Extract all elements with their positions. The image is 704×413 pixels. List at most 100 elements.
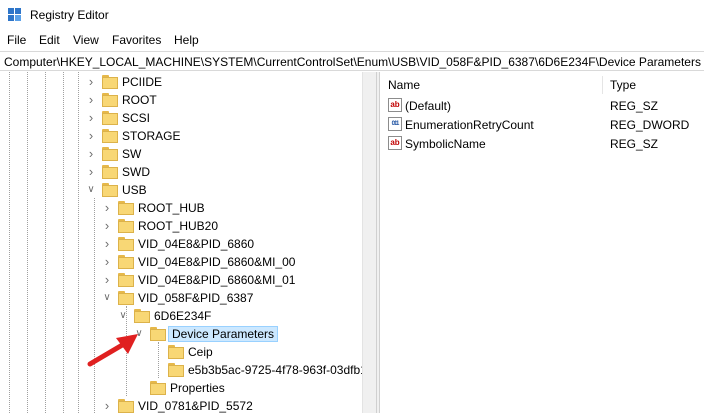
folder-icon — [118, 255, 134, 269]
tree-item[interactable]: › SCSI — [0, 109, 362, 127]
tree-item-label[interactable]: ROOT — [120, 93, 159, 107]
tree-item[interactable]: › SWD — [0, 163, 362, 181]
tree-item-label[interactable]: Device Parameters — [168, 326, 279, 342]
tree-item-label[interactable]: 6D6E234F — [152, 309, 213, 323]
chevron-right-icon[interactable]: › — [86, 93, 96, 106]
chevron-right-icon[interactable]: › — [102, 255, 112, 268]
value-type: REG_DWORD — [610, 118, 690, 132]
tree-item[interactable]: › SW — [0, 145, 362, 163]
tree-item-label[interactable]: VID_04E8&PID_6860&MI_00 — [136, 255, 297, 269]
value-name[interactable]: (Default) — [405, 99, 451, 113]
chevron-right-icon[interactable]: › — [102, 273, 112, 286]
folder-icon — [134, 309, 150, 323]
chevron-down-icon[interactable]: ∨ — [86, 184, 96, 196]
tree-item-label[interactable]: STORAGE — [120, 129, 182, 143]
value-type: REG_SZ — [610, 137, 659, 151]
tree-item-label[interactable]: Properties — [168, 381, 227, 395]
red-arrow-annotation — [87, 334, 138, 367]
value-name[interactable]: EnumerationRetryCount — [405, 118, 534, 132]
folder-icon — [168, 345, 184, 359]
binary-value-icon: 011 — [388, 117, 402, 131]
folder-icon — [102, 93, 118, 107]
tree-item[interactable]: › VID_04E8&PID_6860&MI_00 — [0, 253, 362, 271]
key-tree-pane[interactable]: › PCIIDE › ROOT › SCSI › STORAGE › SW › SWD ∨ USB › ROO… — [0, 72, 376, 413]
menu-help[interactable]: Help — [174, 33, 199, 47]
folder-icon — [102, 75, 118, 89]
chevron-right-icon[interactable]: › — [86, 165, 96, 178]
folder-icon — [118, 219, 134, 233]
menu-view[interactable]: View — [73, 33, 99, 47]
column-header-type[interactable]: Type — [610, 78, 636, 92]
menu-favorites[interactable]: Favorites — [112, 33, 161, 47]
menu-file[interactable]: File — [7, 33, 26, 47]
chevron-right-icon[interactable]: › — [102, 219, 112, 232]
values-pane[interactable]: Name Type ab (Default) REG_SZ 011 Enumeratio… — [380, 72, 704, 413]
tree-item-label[interactable]: e5b3b5ac-9725-4f78-963f-03dfb1 — [186, 363, 369, 377]
chevron-right-icon[interactable]: › — [86, 111, 96, 124]
title-bar: Registry Editor — [0, 0, 704, 30]
folder-icon — [102, 147, 118, 161]
folder-icon — [118, 273, 134, 287]
string-value-icon: ab — [388, 136, 402, 150]
value-name[interactable]: SymbolicName — [405, 137, 486, 151]
string-value-icon: ab — [388, 98, 402, 112]
tree-item[interactable]: › ROOT — [0, 91, 362, 109]
menu-bar: File Edit View Favorites Help — [0, 30, 704, 50]
folder-icon — [118, 237, 134, 251]
tree-item-label[interactable]: SW — [120, 147, 143, 161]
folder-icon — [118, 399, 134, 413]
tree-item[interactable]: › ROOT_HUB20 — [0, 217, 362, 235]
chevron-right-icon[interactable]: › — [86, 129, 96, 142]
chevron-down-icon[interactable]: ∨ — [118, 310, 128, 322]
column-separator[interactable] — [602, 76, 603, 94]
tree-scrollbar[interactable] — [362, 72, 376, 413]
value-row[interactable]: ab (Default) REG_SZ — [380, 96, 704, 115]
tree-item-label[interactable]: ROOT_HUB20 — [136, 219, 220, 233]
tree-item[interactable]: › VID_04E8&PID_6860&MI_01 — [0, 271, 362, 289]
tree-item[interactable]: Properties — [0, 379, 362, 397]
tree-item[interactable]: › ROOT_HUB — [0, 199, 362, 217]
tree-item[interactable]: › VID_0781&PID_5572 — [0, 397, 362, 413]
menu-edit[interactable]: Edit — [39, 33, 60, 47]
tree-item[interactable]: ∨ USB — [0, 181, 362, 199]
tree-item-label[interactable]: PCIIDE — [120, 75, 164, 89]
folder-icon — [168, 363, 184, 377]
tree-item-label[interactable]: SCSI — [120, 111, 152, 125]
chevron-right-icon[interactable]: › — [102, 201, 112, 214]
value-row[interactable]: 011 EnumerationRetryCount REG_DWORD — [380, 115, 704, 134]
folder-icon — [150, 327, 166, 341]
tree-item-label[interactable]: VID_058F&PID_6387 — [136, 291, 255, 305]
chevron-right-icon[interactable]: › — [102, 399, 112, 412]
tree-item-label[interactable]: VID_04E8&PID_6860 — [136, 237, 256, 251]
folder-icon — [118, 201, 134, 215]
column-header-name[interactable]: Name — [388, 78, 420, 92]
tree-item[interactable]: ∨ Device Parameters — [0, 325, 362, 343]
chevron-down-icon[interactable]: ∨ — [102, 292, 112, 304]
chevron-right-icon[interactable]: › — [86, 147, 96, 160]
address-path[interactable]: Computer\HKEY_LOCAL_MACHINE\SYSTEM\Curre… — [4, 55, 701, 69]
value-type: REG_SZ — [610, 99, 659, 113]
tree-item[interactable]: › VID_04E8&PID_6860 — [0, 235, 362, 253]
address-bar[interactable]: Computer\HKEY_LOCAL_MACHINE\SYSTEM\Curre… — [0, 51, 704, 71]
tree-item[interactable]: ∨ 6D6E234F — [0, 307, 362, 325]
tree-item[interactable]: e5b3b5ac-9725-4f78-963f-03dfb1 — [0, 361, 367, 379]
value-row[interactable]: ab SymbolicName REG_SZ — [380, 134, 704, 153]
registry-editor-icon — [8, 8, 22, 22]
chevron-right-icon[interactable]: › — [102, 237, 112, 250]
folder-icon — [118, 291, 134, 305]
tree-item[interactable]: › PCIIDE — [0, 73, 362, 91]
tree-item-label[interactable]: VID_0781&PID_5572 — [136, 399, 255, 413]
folder-icon — [102, 183, 118, 197]
tree-item-label[interactable]: SWD — [120, 165, 152, 179]
window-title: Registry Editor — [30, 8, 109, 22]
tree-item-label[interactable]: VID_04E8&PID_6860&MI_01 — [136, 273, 297, 287]
folder-icon — [102, 165, 118, 179]
tree-item-label[interactable]: ROOT_HUB — [136, 201, 207, 215]
tree-item[interactable]: › STORAGE — [0, 127, 362, 145]
chevron-right-icon[interactable]: › — [86, 75, 96, 88]
tree-item-label[interactable]: USB — [120, 183, 149, 197]
tree-item[interactable]: Ceip — [0, 343, 362, 361]
folder-icon — [102, 111, 118, 125]
tree-item[interactable]: ∨ VID_058F&PID_6387 — [0, 289, 362, 307]
tree-item-label[interactable]: Ceip — [186, 345, 215, 359]
